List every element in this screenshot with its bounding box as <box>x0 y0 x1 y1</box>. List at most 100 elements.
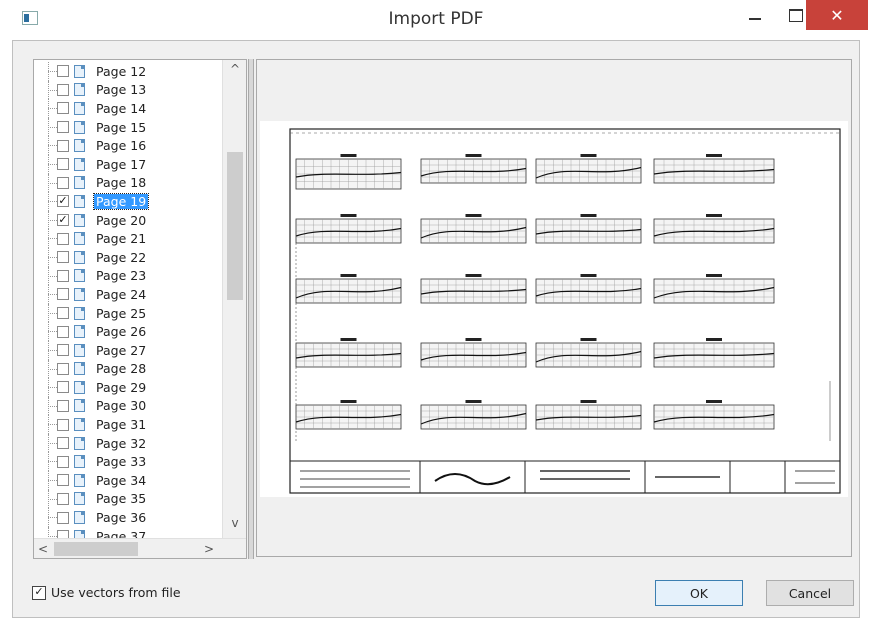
tree-branch <box>48 498 57 500</box>
page-icon <box>74 343 85 357</box>
page-tree-item[interactable]: Page 33 <box>34 452 230 472</box>
page-label: Page 35 <box>96 491 147 507</box>
page-label: Page 28 <box>96 361 147 377</box>
page-label: Page 19 <box>92 192 150 210</box>
page-tree-item[interactable]: Page 12 <box>34 62 230 81</box>
page-checkbox[interactable] <box>57 176 69 189</box>
page-tree-item[interactable]: Page 30 <box>34 396 230 416</box>
page-icon <box>74 287 85 301</box>
page-tree-item[interactable]: Page 25 <box>34 303 230 323</box>
page-checkbox[interactable] <box>57 288 69 301</box>
page-icon <box>74 436 85 450</box>
scroll-left-arrow[interactable]: < <box>34 542 52 556</box>
page-checkbox[interactable] <box>57 307 69 320</box>
tree-branch <box>48 424 57 426</box>
page-checkbox[interactable] <box>57 158 69 171</box>
vertical-scroll-thumb[interactable] <box>227 152 243 300</box>
ok-button[interactable]: OK <box>655 580 743 606</box>
page-checkbox[interactable] <box>57 269 69 282</box>
page-tree-item[interactable]: Page 22 <box>34 247 230 267</box>
page-checkbox[interactable] <box>57 65 69 78</box>
page-tree-item[interactable]: Page 17 <box>34 154 230 174</box>
page-checkbox[interactable] <box>57 362 69 375</box>
tree-branch <box>48 275 57 277</box>
page-checkbox[interactable] <box>57 511 69 524</box>
page-tree-item[interactable]: Page 16 <box>34 136 230 155</box>
page-tree-item[interactable]: Page 18 <box>34 173 230 193</box>
page-checkbox[interactable] <box>57 344 69 357</box>
use-vectors-option[interactable]: ✓ Use vectors from file <box>32 585 181 600</box>
scroll-right-arrow[interactable]: > <box>200 542 218 556</box>
page-checkbox[interactable] <box>57 251 69 264</box>
page-tree[interactable]: Page 12 Page 13 Page 14 Page 15 Page 16 Page … <box>33 59 247 559</box>
page-label: Page 34 <box>96 472 147 488</box>
page-icon <box>74 64 85 78</box>
page-label: Page 14 <box>96 100 147 116</box>
page-icon <box>74 325 85 339</box>
page-icon <box>74 157 85 171</box>
page-tree-item[interactable]: Page 24 <box>34 285 230 304</box>
page-tree-item[interactable]: Page 23 <box>34 266 230 286</box>
minimize-button[interactable] <box>735 0 775 30</box>
horizontal-scroll-thumb[interactable] <box>54 542 138 556</box>
page-icon <box>74 399 85 413</box>
page-icon <box>74 269 85 283</box>
page-checkbox[interactable]: ✓ <box>57 195 69 208</box>
page-checkbox[interactable] <box>57 418 69 431</box>
pdf-page-thumbnail <box>260 121 848 497</box>
page-tree-item[interactable]: Page 34 <box>34 471 230 490</box>
page-tree-item[interactable]: ✓ Page 19 <box>34 192 230 211</box>
page-checkbox[interactable] <box>57 102 69 115</box>
pane-splitter[interactable] <box>248 59 254 559</box>
page-checkbox[interactable] <box>57 325 69 338</box>
page-label: Page 33 <box>96 454 147 470</box>
page-tree-item[interactable]: Page 14 <box>34 99 230 118</box>
tree-branch <box>48 331 57 333</box>
cancel-button[interactable]: Cancel <box>766 580 854 606</box>
close-button[interactable]: ✕ <box>806 0 868 30</box>
page-label: Page 12 <box>96 63 147 79</box>
page-checkbox[interactable] <box>57 492 69 505</box>
use-vectors-checkbox[interactable]: ✓ <box>32 585 46 600</box>
drawing-sheet-graphic <box>289 128 841 494</box>
page-checkbox[interactable] <box>57 437 69 450</box>
page-checkbox[interactable] <box>57 121 69 134</box>
page-tree-item[interactable]: Page 35 <box>34 489 230 509</box>
page-icon <box>74 194 85 208</box>
page-tree-item[interactable]: ✓ Page 20 <box>34 210 230 230</box>
page-icon <box>74 473 85 487</box>
page-checkbox[interactable]: ✓ <box>57 214 69 227</box>
page-tree-item[interactable]: Page 27 <box>34 340 230 360</box>
page-checkbox[interactable] <box>57 232 69 245</box>
page-tree-item[interactable]: Page 36 <box>34 508 230 527</box>
page-checkbox[interactable] <box>57 474 69 487</box>
page-label: Page 21 <box>96 231 147 247</box>
tree-branch <box>48 368 57 370</box>
scroll-up-arrow[interactable]: ^ <box>223 62 246 76</box>
tree-branch <box>48 108 57 110</box>
page-icon <box>74 232 85 246</box>
page-icon <box>74 213 85 227</box>
page-tree-item[interactable]: Page 28 <box>34 359 230 379</box>
page-tree-item[interactable]: Page 32 <box>34 433 230 453</box>
page-tree-item[interactable]: Page 15 <box>34 117 230 137</box>
page-icon <box>74 511 85 525</box>
scroll-down-arrow[interactable]: v <box>223 516 246 530</box>
page-label: Page 22 <box>96 249 147 265</box>
page-checkbox[interactable] <box>57 139 69 152</box>
vertical-scrollbar[interactable]: ^ v <box>222 60 246 538</box>
page-checkbox[interactable] <box>57 381 69 394</box>
tree-branch <box>48 256 57 258</box>
horizontal-scrollbar[interactable]: < > <box>34 538 246 558</box>
tree-branch <box>48 480 57 482</box>
page-tree-item[interactable]: Page 26 <box>34 322 230 341</box>
page-tree-item[interactable]: Page 13 <box>34 80 230 100</box>
page-checkbox[interactable] <box>57 399 69 412</box>
page-tree-item[interactable]: Page 21 <box>34 229 230 248</box>
page-checkbox[interactable] <box>57 83 69 96</box>
page-icon <box>74 455 85 469</box>
page-label: Page 16 <box>96 138 147 154</box>
page-tree-item[interactable]: Page 31 <box>34 415 230 434</box>
page-tree-item[interactable]: Page 29 <box>34 378 230 397</box>
page-checkbox[interactable] <box>57 455 69 468</box>
